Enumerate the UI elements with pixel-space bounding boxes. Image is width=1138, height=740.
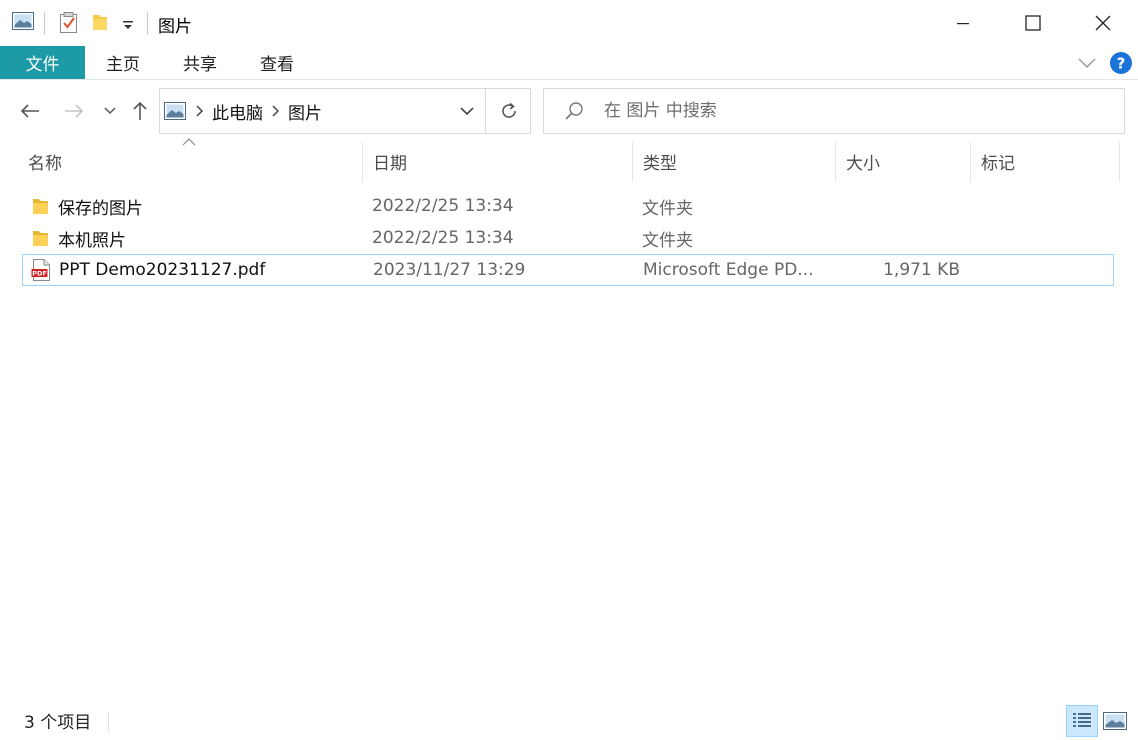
svg-text:PDF: PDF (32, 270, 47, 278)
maximize-icon (1025, 15, 1041, 31)
column-header-name[interactable]: 名称 (18, 140, 362, 182)
window-title: 图片 (158, 17, 192, 37)
folder-icon (32, 196, 50, 216)
pdf-file-icon: PDF (31, 259, 51, 281)
navigation-bar: 此电脑 图片 (0, 88, 1138, 134)
file-date: 2022/2/25 13:34 (372, 196, 514, 216)
file-row[interactable]: 保存的图片 2022/2/25 13:34 文件夹 (22, 191, 1114, 223)
title-separator (147, 12, 148, 34)
file-date: 2023/11/27 13:29 (373, 260, 526, 280)
breadcrumb-chevron-icon[interactable] (196, 105, 203, 117)
pictures-window-icon (12, 12, 34, 34)
large-icons-view-icon (1103, 712, 1127, 730)
file-size (822, 223, 959, 253)
column-header-date[interactable]: 日期 (363, 140, 632, 182)
up-button[interactable] (126, 88, 154, 134)
column-header-tags[interactable]: 标记 (971, 140, 1119, 182)
maximize-button[interactable] (998, 0, 1068, 46)
tab-share[interactable]: 共享 (161, 46, 239, 79)
file-name: 本机照片 (58, 230, 126, 251)
forward-arrow-icon (65, 104, 84, 118)
title-bar: 图片 (0, 0, 1138, 46)
customize-toolbar-chevron-down-icon[interactable] (123, 16, 133, 35)
file-date: 2022/2/25 13:34 (372, 228, 514, 248)
chevron-down-icon (1078, 57, 1096, 68)
properties-icon[interactable] (59, 12, 79, 38)
refresh-button[interactable] (485, 89, 531, 133)
folder-icon (32, 228, 50, 248)
tab-file[interactable]: 文件 (0, 46, 85, 79)
details-view-icon (1073, 713, 1091, 727)
column-header-size[interactable]: 大小 (836, 140, 970, 182)
search-icon (544, 101, 604, 121)
breadcrumb-chevron-icon[interactable] (272, 105, 279, 117)
tab-view[interactable]: 查看 (239, 46, 315, 79)
minimize-button[interactable] (928, 0, 998, 46)
minimize-icon (957, 23, 969, 25)
expand-ribbon-button[interactable] (1078, 46, 1096, 79)
file-type: 文件夹 (642, 230, 693, 251)
search-input[interactable] (604, 101, 1084, 121)
tab-home[interactable]: 主页 (85, 46, 161, 79)
item-count-status: 3 个项目 (24, 713, 92, 733)
status-separator (108, 712, 109, 732)
address-bar[interactable]: 此电脑 图片 (159, 88, 531, 134)
chevron-down-icon (104, 107, 116, 115)
address-history-button[interactable] (450, 89, 484, 133)
up-arrow-icon (133, 101, 147, 120)
help-icon: ? (1110, 51, 1132, 74)
file-row-selected[interactable]: PDF PPT Demo20231127.pdf 2023/11/27 13:2… (22, 254, 1114, 286)
chevron-down-icon (460, 107, 474, 115)
file-size: 1,971 KB (883, 260, 960, 280)
column-divider[interactable] (1119, 142, 1120, 182)
breadcrumb-pictures[interactable]: 图片 (288, 99, 322, 124)
close-button[interactable] (1068, 0, 1138, 46)
large-icons-view-button[interactable] (1099, 705, 1131, 737)
file-size (822, 191, 959, 221)
file-name: PPT Demo20231127.pdf (59, 260, 266, 280)
file-row[interactable]: 本机照片 2022/2/25 13:34 文件夹 (22, 223, 1114, 255)
file-type: 文件夹 (642, 198, 693, 219)
refresh-icon (501, 102, 516, 118)
file-name: 保存的图片 (58, 198, 143, 219)
recent-locations-button[interactable] (98, 88, 122, 134)
breadcrumb-this-pc[interactable]: 此电脑 (212, 99, 263, 124)
column-header-type[interactable]: 类型 (633, 140, 835, 182)
help-label: ? (1117, 54, 1126, 72)
new-folder-icon[interactable] (92, 12, 108, 36)
title-separator (44, 12, 45, 34)
forward-button[interactable] (56, 88, 92, 134)
help-button[interactable]: ? (1109, 46, 1133, 79)
back-arrow-icon (20, 104, 39, 118)
back-button[interactable] (12, 88, 48, 134)
pictures-location-icon (164, 102, 186, 120)
search-box[interactable] (543, 88, 1125, 134)
ribbon-tab-bar: 文件 主页 共享 查看 ? (0, 46, 1138, 80)
close-icon (1095, 15, 1111, 31)
details-view-button[interactable] (1066, 705, 1098, 737)
file-type: Microsoft Edge PD... (643, 260, 814, 280)
